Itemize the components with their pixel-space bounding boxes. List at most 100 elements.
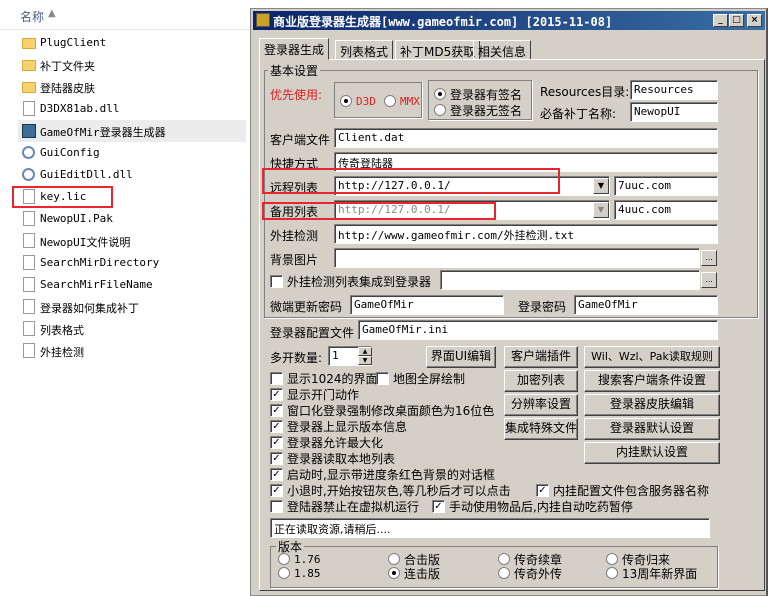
file-item[interactable]: GuiEditDll.dll — [18, 164, 246, 186]
mmx-radio[interactable]: MMX — [384, 94, 420, 108]
file-item[interactable]: SearchMirDirectory — [18, 252, 246, 274]
priority-label: 优先使用: — [270, 88, 323, 102]
unsigned-radio[interactable]: 登录器无签名 — [434, 103, 522, 118]
client-plugin-button[interactable]: 客户端插件 — [504, 346, 578, 368]
version-13th-radio[interactable]: 13周年新界面 — [606, 566, 697, 581]
file-item[interactable]: 外挂检测 — [18, 340, 246, 362]
file-item[interactable]: SearchMirFileName — [18, 274, 246, 296]
file-item[interactable]: 列表格式 — [18, 318, 246, 340]
file-item[interactable]: 登录器如何集成补丁 — [18, 296, 246, 318]
opt-server-name-checkbox[interactable]: ✓ 内挂配置文件包含服务器名称 — [536, 482, 709, 498]
bg-image-input[interactable] — [334, 248, 700, 268]
patch-name-label: 必备补丁名称: — [540, 107, 617, 121]
bg-image-browse-button[interactable]: ... — [701, 250, 717, 266]
encrypt-list-button[interactable]: 加密列表 — [504, 370, 578, 392]
wil-read-rules-button[interactable]: Wil、Wzl、Pak读取规则 — [584, 346, 720, 368]
version-176-radio[interactable]: 1.76 — [278, 552, 321, 566]
dll-file-icon — [22, 167, 36, 183]
folder-icon — [22, 35, 36, 51]
cheat-detect-label: 外挂检测 — [270, 229, 319, 243]
skin-edit-button[interactable]: 登录器皮肤编辑 — [584, 394, 720, 416]
opt-maximize-checkbox[interactable]: ✓ 登录器允许最大化 — [270, 434, 383, 450]
text-file-icon — [22, 343, 36, 359]
version-outer-radio[interactable]: 传奇外传 — [498, 566, 562, 581]
resources-input[interactable]: Resources — [630, 80, 718, 100]
patch-name-input[interactable]: NewopUI — [630, 102, 718, 122]
search-client-button[interactable]: 搜索客户端条件设置 — [584, 370, 720, 392]
builtin-defaults-button[interactable]: 内挂默认设置 — [584, 442, 720, 464]
window-title: 商业版登录器生成器[www.gameofmir.com] [2015-11-08… — [273, 15, 613, 29]
cheat-detect-input[interactable]: http://www.gameofmir.com/外挂检测.txt — [334, 224, 718, 244]
opt-no-vm-checkbox[interactable]: 登陆器禁止在虚拟机运行 — [270, 498, 419, 514]
file-item[interactable]: 登陆器皮肤 — [18, 76, 246, 98]
file-item[interactable]: NewopUI文件说明 — [18, 230, 246, 252]
resolution-button[interactable]: 分辨率设置 — [504, 394, 578, 416]
basic-settings-label: 基本设置 — [268, 62, 321, 79]
login-pwd-label: 登录密码 — [518, 300, 567, 314]
client-file-input[interactable]: Client.dat — [334, 128, 718, 148]
micro-pwd-label: 微端更新密码 — [270, 300, 343, 314]
tab-md5[interactable]: 补丁MD5获取 — [395, 40, 481, 60]
tab-list-format[interactable]: 列表格式 — [335, 40, 394, 60]
integrate-input[interactable] — [440, 270, 700, 290]
opt-version-info-checkbox[interactable]: ✓ 登录器上显示版本信息 — [270, 418, 407, 434]
close-button[interactable]: × — [747, 14, 762, 27]
text-file-icon — [22, 277, 36, 293]
file-item[interactable]: GameOfMir登录器生成器 — [18, 120, 246, 142]
opt-local-list-checkbox[interactable]: ✓ 登录器读取本地列表 — [270, 450, 395, 466]
backup-list-dropdown-icon[interactable]: ▼ — [593, 202, 609, 218]
maximize-button[interactable]: □ — [729, 14, 744, 27]
integrate-checkbox[interactable]: 外挂检测列表集成到登录器 — [270, 273, 431, 289]
file-icon — [22, 211, 36, 227]
version-chain-radio[interactable]: 连击版 — [388, 566, 440, 581]
file-item[interactable]: NewopUI.Pak — [18, 208, 246, 230]
text-file-icon — [22, 233, 36, 249]
column-header[interactable]: 名称 ▲ — [0, 0, 250, 30]
bg-image-label: 背景图片 — [270, 253, 319, 267]
text-file-icon — [22, 255, 36, 271]
opt-door-anim-checkbox[interactable]: ✓ 显示开门动作 — [270, 386, 359, 402]
backup-domain-input[interactable]: 4uuc.com — [614, 200, 718, 220]
file-explorer: 名称 ▲ PlugClient 补丁文件夹 登陆器皮肤 D3DX81ab.dll… — [0, 0, 250, 596]
resources-label: Resources目录: — [540, 85, 630, 99]
signed-radio[interactable]: 登录器有签名 — [434, 87, 522, 102]
default-settings-button[interactable]: 登录器默认设置 — [584, 418, 720, 440]
spin-down-icon[interactable]: ▼ — [358, 356, 372, 365]
remote-domain-input[interactable]: 7uuc.com — [614, 176, 718, 196]
remote-list-highlight — [262, 168, 560, 194]
opt-16bit-checkbox[interactable]: ✓ 窗口化登录强制修改桌面颜色为16位色 — [270, 402, 494, 418]
micro-pwd-input[interactable]: GameOfMir — [350, 295, 504, 315]
title-bar[interactable]: 商业版登录器生成器[www.gameofmir.com] [2015-11-08… — [253, 11, 765, 30]
backup-list-highlight — [262, 202, 496, 220]
login-pwd-input[interactable]: GameOfMir — [574, 295, 718, 315]
minimize-button[interactable]: _ — [713, 14, 728, 27]
file-item[interactable]: D3DX81ab.dll — [18, 98, 246, 120]
integrate-special-button[interactable]: 集成特殊文件 — [504, 418, 578, 440]
folder-icon — [22, 79, 36, 95]
opt-logout-delay-checkbox[interactable]: ✓ 小退时,开始按钮灰色,等几秒后才可以点击 — [270, 482, 511, 498]
opt-pause-potion-checkbox[interactable]: ✓ 手动使用物品后,内挂自动吃药暂停 — [432, 498, 633, 514]
opt-progress-dialog-checkbox[interactable]: ✓ 启动时,显示带进度条红色背景的对话框 — [270, 466, 495, 482]
sort-up-icon: ▲ — [48, 8, 56, 19]
opt-fullscreen-map-checkbox[interactable]: 地图全屏绘制 — [376, 370, 465, 386]
d3d-radio[interactable]: D3D — [340, 94, 376, 108]
file-item[interactable]: PlugClient — [18, 32, 246, 54]
client-file-label: 客户端文件 — [270, 133, 331, 147]
file-item[interactable]: GuiConfig — [18, 142, 246, 164]
ui-edit-button[interactable]: 界面UI编辑 — [426, 346, 496, 368]
folder-icon — [22, 57, 36, 73]
text-file-icon — [22, 299, 36, 315]
config-file-input[interactable]: GameOfMir.ini — [358, 320, 718, 340]
tab-panel: 基本设置 优先使用: D3D MMX 登录器有签名 登录器无签名 Resourc… — [259, 59, 765, 591]
file-item[interactable]: 补丁文件夹 — [18, 54, 246, 76]
integrate-browse-button[interactable]: ... — [701, 272, 717, 288]
spin-up-icon[interactable]: ▲ — [358, 347, 372, 356]
opt-1024-checkbox[interactable]: 显示1024的界面 — [270, 370, 378, 386]
exe-icon — [22, 123, 36, 139]
version-185-radio[interactable]: 1.85 — [278, 566, 321, 580]
tab-generator[interactable]: 登录器生成 — [259, 38, 330, 60]
tab-about[interactable]: 相关信息 — [473, 40, 532, 60]
name-column-label[interactable]: 名称 — [20, 8, 44, 25]
dll-file-icon — [22, 101, 36, 117]
remote-list-dropdown-icon[interactable]: ▼ — [593, 178, 609, 194]
